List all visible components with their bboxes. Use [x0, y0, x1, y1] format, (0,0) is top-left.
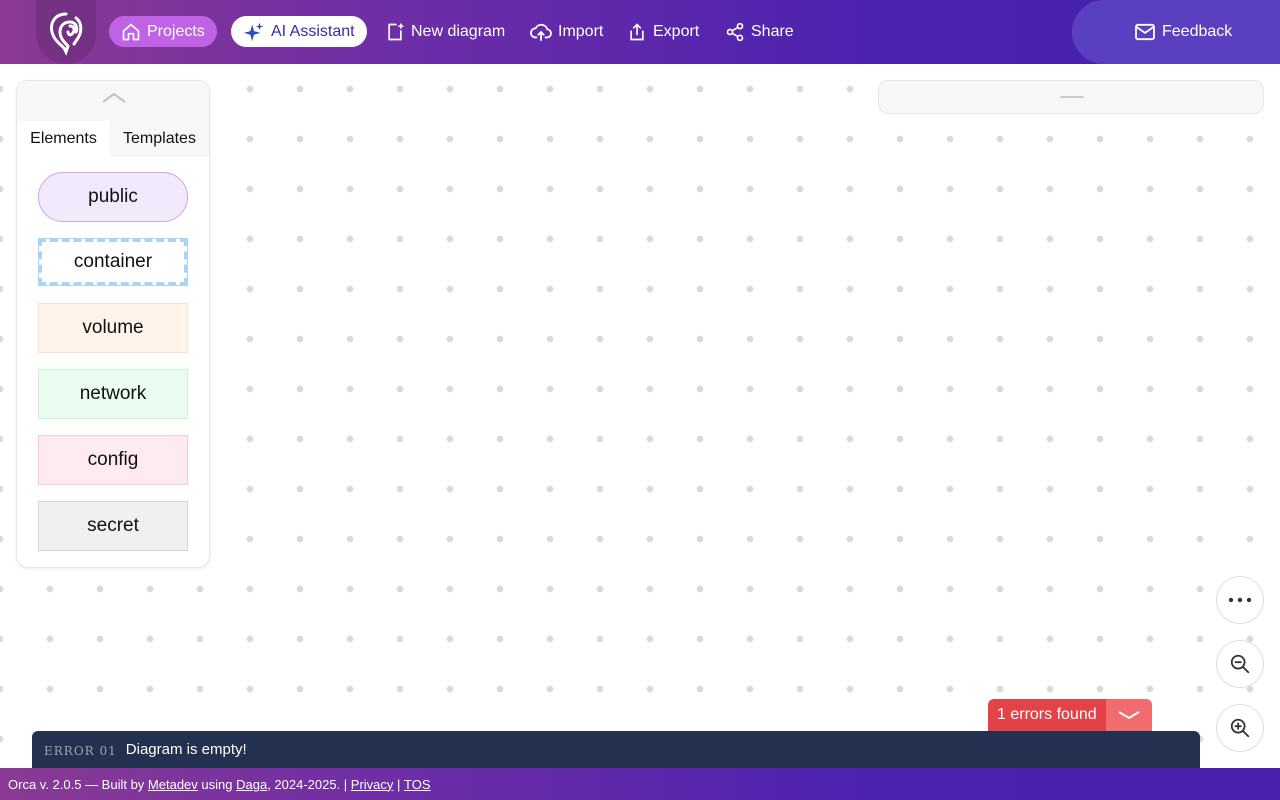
footer-version: Orca v. 2.0.5 — Built by	[8, 776, 148, 792]
share-icon	[726, 22, 744, 41]
export-button[interactable]: Export	[615, 16, 711, 47]
metadev-link[interactable]: Metadev	[148, 777, 198, 792]
error-code: ERROR 01	[44, 743, 117, 758]
export-label: Export	[653, 22, 700, 40]
daga-link[interactable]: Daga	[236, 777, 267, 792]
footer-years: , 2024-2025. |	[267, 776, 351, 792]
element-secret[interactable]: secret	[38, 501, 188, 551]
new-diagram-label: New diagram	[411, 22, 506, 40]
footer-using: using	[197, 776, 237, 792]
element-network[interactable]: network	[38, 369, 188, 419]
errors-count-label: 1 errors found	[997, 706, 1097, 723]
zoom-in-icon	[1230, 718, 1250, 738]
share-button[interactable]: Share	[713, 16, 806, 47]
sparkles-icon	[243, 22, 264, 41]
zoom-in-button[interactable]	[1216, 704, 1264, 752]
element-volume[interactable]: volume	[38, 303, 188, 353]
mail-icon	[1135, 23, 1155, 40]
feedback-label: Feedback	[1162, 22, 1233, 40]
new-file-icon	[388, 23, 404, 40]
more-horizontal-icon	[1228, 597, 1252, 603]
import-label: Import	[558, 22, 604, 40]
element-container[interactable]: container	[38, 238, 188, 286]
footer: Orca v. 2.0.5 — Built by Metadev using D…	[0, 768, 1280, 800]
properties-panel-collapsed[interactable]	[878, 80, 1264, 114]
privacy-link[interactable]: Privacy	[351, 777, 394, 792]
projects-label: Projects	[147, 22, 205, 40]
errors-toggle-button[interactable]	[1106, 699, 1152, 731]
home-icon	[122, 23, 140, 40]
tab-templates[interactable]: Templates	[110, 121, 209, 157]
feedback-button[interactable]: Feedback	[1122, 16, 1244, 47]
share-label: Share	[751, 22, 794, 40]
tos-link[interactable]: TOS	[404, 777, 431, 792]
new-diagram-button[interactable]: New diagram	[373, 16, 517, 47]
ai-assistant-label: AI Assistant	[271, 22, 355, 40]
chevron-down-icon	[1118, 711, 1140, 720]
ai-assistant-button[interactable]: AI Assistant	[231, 16, 367, 47]
ram-head-logo-icon	[50, 12, 83, 56]
chevron-up-icon[interactable]	[101, 91, 127, 105]
top-bar: Projects AI Assistant New diagram Import…	[0, 0, 1280, 64]
import-button[interactable]: Import	[518, 16, 615, 47]
app-logo[interactable]	[36, 0, 96, 64]
projects-button[interactable]: Projects	[109, 16, 217, 47]
error-message: Diagram is empty!	[125, 741, 247, 758]
element-config[interactable]: config	[38, 435, 188, 485]
zoom-out-icon	[1230, 654, 1250, 674]
palette-header	[17, 81, 209, 121]
more-options-button[interactable]	[1216, 576, 1264, 624]
element-public[interactable]: public	[38, 172, 188, 222]
upload-icon	[630, 22, 644, 40]
feedback-area: Feedback	[1072, 0, 1280, 64]
error-list: ERROR 01 Diagram is empty!	[32, 731, 1200, 768]
tab-elements[interactable]: Elements	[17, 121, 110, 157]
errors-badge: 1 errors found	[988, 699, 1152, 731]
elements-list: public container volume network config s…	[17, 157, 209, 551]
footer-separator: |	[393, 776, 405, 792]
palette-tabs: Elements Templates	[17, 121, 209, 157]
elements-palette: Elements Templates public container volu…	[16, 80, 210, 568]
cloud-upload-icon	[530, 23, 552, 41]
drag-handle[interactable]	[1060, 96, 1084, 98]
zoom-out-button[interactable]	[1216, 640, 1264, 688]
